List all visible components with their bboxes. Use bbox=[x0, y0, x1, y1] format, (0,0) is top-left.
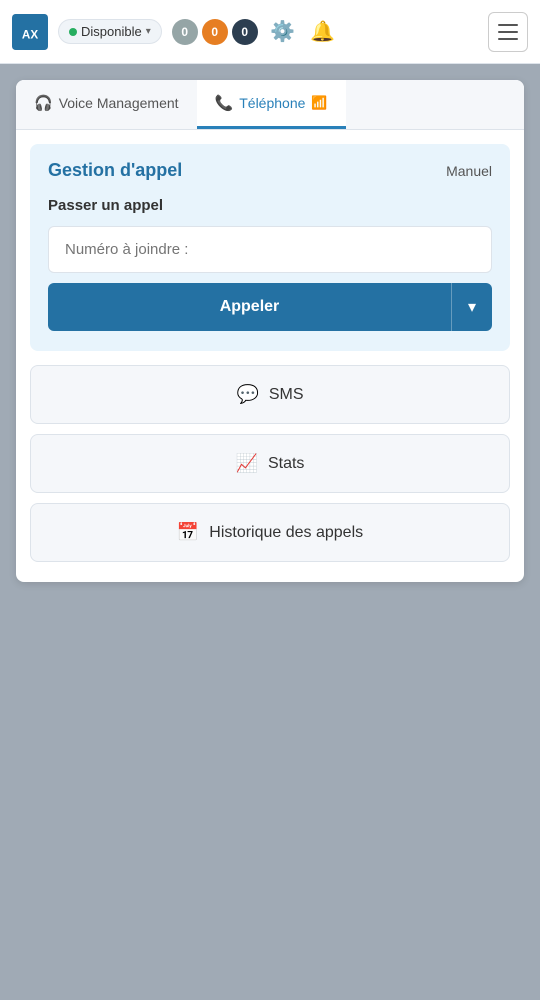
notification-icon[interactable]: 🔔 bbox=[308, 17, 338, 47]
wifi-icon: 📶 bbox=[311, 95, 327, 111]
tab-telephone-label: Téléphone bbox=[239, 95, 305, 111]
chevron-down-icon: ▾ bbox=[468, 299, 476, 316]
tab-voice-label: Voice Management bbox=[59, 95, 179, 111]
badge-counters: 0 0 0 bbox=[172, 19, 258, 45]
action-buttons: 💬 SMS 📈 Stats 📅 Historique des appels bbox=[16, 365, 524, 582]
phone-icon: 📞 bbox=[215, 94, 234, 112]
stats-label: Stats bbox=[268, 455, 304, 473]
headphones-icon: 🎧 bbox=[34, 94, 53, 112]
sms-button[interactable]: 💬 SMS bbox=[30, 365, 510, 424]
call-button[interactable]: Appeler bbox=[48, 283, 451, 331]
svg-text:AX: AX bbox=[22, 28, 38, 41]
stats-icon: 📈 bbox=[236, 453, 258, 474]
calendar-icon: 📅 bbox=[177, 522, 199, 543]
tabs-row: 🎧 Voice Management 📞 Téléphone 📶 bbox=[16, 80, 524, 130]
counter-badge-2[interactable]: 0 bbox=[232, 19, 258, 45]
tab-voice-management[interactable]: 🎧 Voice Management bbox=[16, 80, 197, 129]
counter-badge-1[interactable]: 0 bbox=[202, 19, 228, 45]
historique-label: Historique des appels bbox=[209, 524, 363, 542]
hamburger-line-3 bbox=[498, 38, 518, 40]
gestion-mode: Manuel bbox=[446, 163, 492, 179]
call-button-row: Appeler ▾ bbox=[48, 283, 492, 331]
status-badge[interactable]: Disponible ▾ bbox=[58, 19, 162, 44]
sms-icon: 💬 bbox=[236, 384, 258, 405]
status-text: Disponible bbox=[81, 24, 142, 39]
counter-badge-0[interactable]: 0 bbox=[172, 19, 198, 45]
main-panel: 🎧 Voice Management 📞 Téléphone 📶 Gestion… bbox=[16, 80, 524, 582]
passer-label: Passer un appel bbox=[48, 197, 492, 214]
hamburger-button[interactable] bbox=[488, 12, 528, 52]
phone-number-input[interactable] bbox=[48, 226, 492, 273]
sms-label: SMS bbox=[269, 386, 304, 404]
gestion-card: Gestion d'appel Manuel Passer un appel A… bbox=[30, 144, 510, 351]
historique-button[interactable]: 📅 Historique des appels bbox=[30, 503, 510, 562]
settings-icon[interactable]: ⚙️ bbox=[268, 17, 298, 47]
gestion-title: Gestion d'appel bbox=[48, 160, 182, 181]
status-dot bbox=[69, 28, 77, 36]
call-dropdown-button[interactable]: ▾ bbox=[451, 283, 492, 331]
stats-button[interactable]: 📈 Stats bbox=[30, 434, 510, 493]
chevron-down-icon: ▾ bbox=[146, 26, 151, 37]
hamburger-line-2 bbox=[498, 31, 518, 33]
tab-telephone[interactable]: 📞 Téléphone 📶 bbox=[197, 80, 346, 129]
gestion-header: Gestion d'appel Manuel bbox=[48, 160, 492, 181]
logo-icon: AX bbox=[12, 14, 48, 50]
logo-area: AX bbox=[12, 14, 48, 50]
navbar: AX Disponible ▾ 0 0 0 ⚙️ 🔔 bbox=[0, 0, 540, 64]
hamburger-line-1 bbox=[498, 24, 518, 26]
